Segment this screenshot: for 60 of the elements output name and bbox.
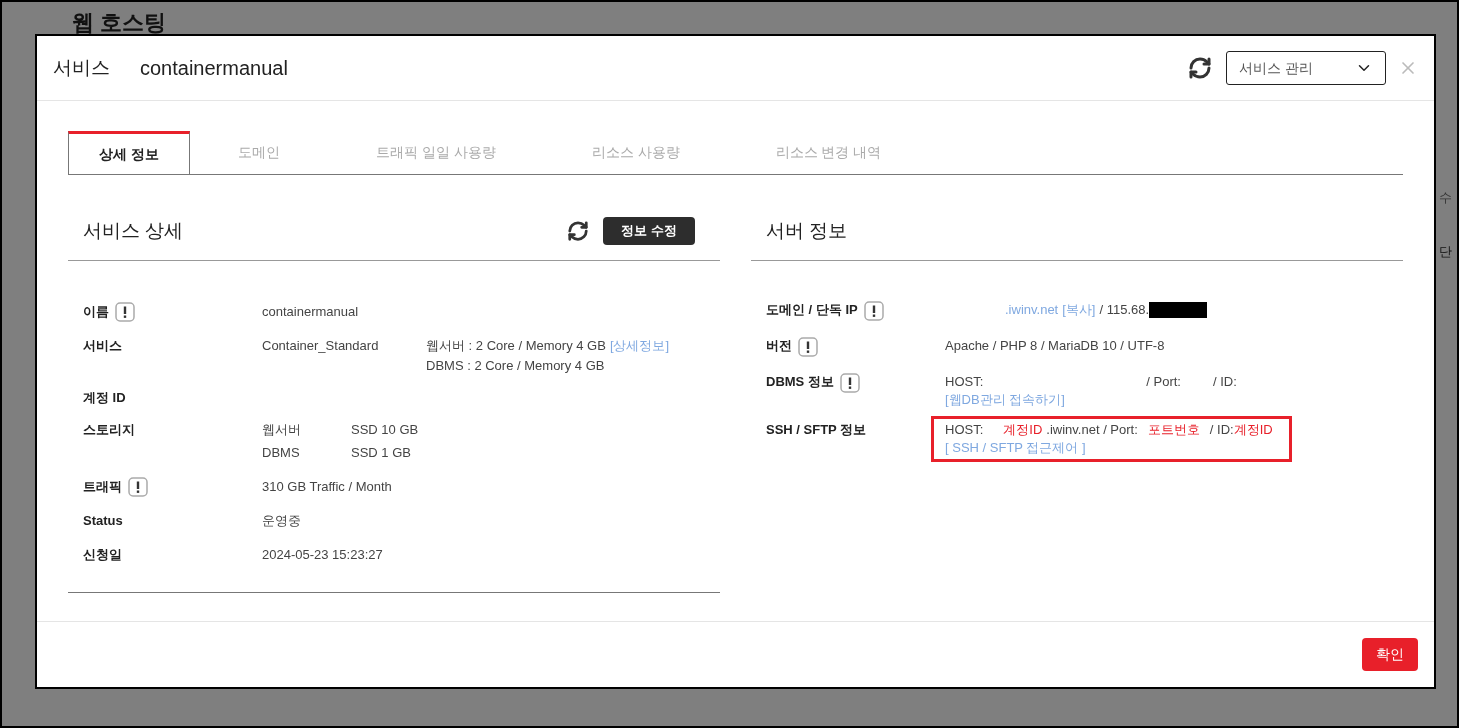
info-icon xyxy=(128,477,148,497)
table-cell-text: 단 xyxy=(1439,243,1452,261)
confirm-button[interactable]: 확인 xyxy=(1362,638,1418,671)
value-text: DBMS : 2 Core / Memory 4 GB xyxy=(426,357,605,375)
value-text: 웹서버 : 2 Core / Memory 4 GB xyxy=(426,337,606,355)
field-label: SSH / SFTP 정보 xyxy=(766,421,867,439)
value-text: 310 GB Traffic / Month xyxy=(262,478,392,496)
field-label: 서비스 xyxy=(83,337,122,355)
field-label: 계정 ID xyxy=(83,389,126,407)
tab[interactable]: 도메인 xyxy=(204,131,313,174)
service-select[interactable]: 서비스 관리 xyxy=(1226,51,1386,85)
field-label: 버전 xyxy=(766,337,792,355)
value-text: SSD 10 GB xyxy=(351,421,419,439)
value-text: 계정ID xyxy=(1003,421,1043,439)
value-text: 계정ID xyxy=(1233,421,1273,439)
value-text: Container_Standard xyxy=(262,337,379,355)
value-text: Apache / PHP 8 / MariaDB 10 / UTF-8 xyxy=(945,337,1165,355)
value-text: / 115.68. xyxy=(1099,301,1150,319)
value-text: SSD 1 GB xyxy=(351,444,411,462)
field-label: Status xyxy=(83,512,123,530)
tab[interactable]: 트래픽 일일 사용량 xyxy=(342,131,529,174)
section-title: 서버 정보 xyxy=(766,218,848,243)
info-icon xyxy=(839,373,860,393)
field-label: 도메인 / 단독 IP xyxy=(766,301,858,319)
modal-title: containermanual xyxy=(140,56,288,81)
refresh-icon[interactable] xyxy=(567,220,590,242)
value-text: 웹서버 xyxy=(262,421,301,439)
value-text: 운영중 xyxy=(262,512,301,530)
edit-button[interactable]: 정보 수정 xyxy=(603,217,695,245)
field-label: 스토리지 xyxy=(83,421,135,439)
tab[interactable]: 리소스 사용량 xyxy=(558,131,713,174)
tab[interactable]: 상세 정보 xyxy=(68,131,190,174)
value-text: HOST: xyxy=(945,373,984,391)
section-title: 서비스 상세 xyxy=(83,218,184,243)
field-label: DBMS 정보 xyxy=(766,373,834,391)
value-text: / ID: xyxy=(1209,421,1234,439)
info-icon xyxy=(115,302,135,322)
link[interactable]: [복사] xyxy=(1062,301,1096,319)
field-label: 이름 xyxy=(83,303,109,321)
value-text: DBMS xyxy=(262,444,300,462)
value-text: 포트번호 xyxy=(1147,421,1200,439)
link[interactable]: [상세정보] xyxy=(609,336,670,356)
column-header: 수 xyxy=(1439,189,1452,207)
value-text: containermanual xyxy=(262,303,359,321)
refresh-icon[interactable] xyxy=(1188,56,1212,80)
info-icon xyxy=(863,301,884,321)
field-label: 신청일 xyxy=(83,546,122,564)
page-title: 웹 호스팅 xyxy=(72,9,167,37)
link[interactable]: [웹DB관리 접속하기] xyxy=(945,391,1065,409)
info-icon xyxy=(798,337,818,357)
value-text: 2024-05-23 15:23:27 xyxy=(262,546,383,564)
tab[interactable]: 리소스 변경 내역 xyxy=(742,131,915,174)
value-text: .iwinv.net / Port: xyxy=(1046,421,1138,439)
value-text: / Port: xyxy=(1146,373,1181,391)
value-text: HOST: xyxy=(945,421,984,439)
value-text: / ID: xyxy=(1213,373,1237,391)
link[interactable]: .iwinv.net xyxy=(1005,301,1059,319)
modal-label: 서비스 xyxy=(53,55,110,80)
link[interactable]: [ SSH / SFTP 접근제어 ] xyxy=(945,439,1086,457)
field-label: 트래픽 xyxy=(83,478,122,496)
